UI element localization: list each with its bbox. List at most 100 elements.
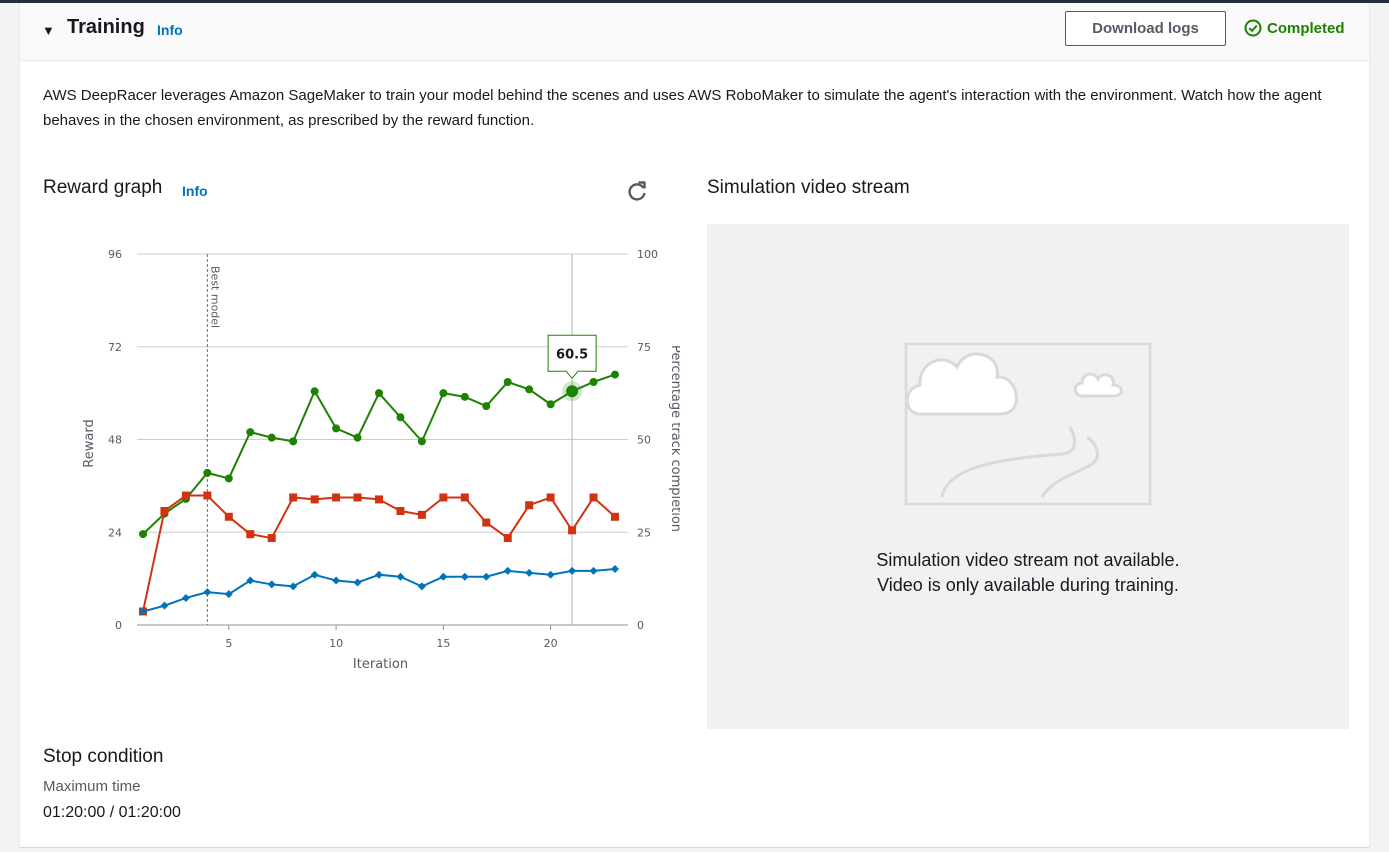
data-point[interactable] (417, 582, 426, 591)
data-point[interactable] (589, 566, 598, 575)
stop-condition-label: Maximum time (43, 778, 141, 795)
data-point[interactable] (396, 413, 405, 422)
data-point[interactable] (482, 572, 491, 581)
series-line-0 (142, 373, 616, 535)
data-point[interactable] (353, 578, 362, 587)
data-point[interactable] (246, 428, 255, 437)
tooltip-value: 60.5 (556, 347, 588, 362)
data-point[interactable] (525, 501, 534, 510)
training-info-link[interactable]: Info (157, 22, 183, 38)
data-point[interactable] (332, 424, 341, 433)
data-point[interactable] (224, 474, 233, 483)
data-point[interactable] (375, 389, 383, 398)
x-tick-label: 10 (329, 637, 343, 650)
data-point[interactable] (181, 593, 190, 602)
data-point[interactable] (160, 601, 169, 610)
y-axis-label: Reward (82, 419, 97, 467)
data-point[interactable] (289, 437, 298, 446)
data-point[interactable] (267, 534, 276, 543)
y2-tick-label: 0 (637, 619, 644, 632)
status-label: Completed (1267, 19, 1345, 37)
data-point[interactable] (546, 493, 555, 502)
training-panel: ▼ Training Info Download logs Completed … (19, 3, 1370, 848)
video-message-line1: Simulation video stream not available. (876, 550, 1180, 570)
data-point[interactable] (482, 402, 491, 411)
data-point[interactable] (310, 387, 319, 396)
data-point[interactable] (267, 433, 276, 442)
data-point[interactable] (224, 512, 233, 521)
collapse-caret-icon[interactable]: ▼ (42, 23, 55, 38)
data-point[interactable] (589, 377, 598, 386)
data-point[interactable] (568, 526, 577, 535)
data-point[interactable] (203, 491, 212, 500)
data-point[interactable] (375, 570, 383, 579)
simulation-title: Simulation video stream (707, 177, 910, 198)
y2-tick-label: 25 (637, 526, 651, 539)
data-point[interactable] (353, 493, 362, 502)
data-point[interactable] (439, 389, 448, 398)
y2-axis-label: Percentage track completion (668, 345, 680, 532)
y-tick-label: 48 (108, 434, 122, 447)
refresh-icon[interactable] (625, 179, 649, 203)
series-line-1 (142, 494, 616, 612)
data-point[interactable] (396, 572, 405, 581)
data-point[interactable] (611, 512, 619, 521)
y-tick-label: 72 (108, 341, 122, 354)
data-point[interactable] (503, 566, 512, 575)
data-point[interactable] (289, 493, 298, 502)
x-tick-label: 15 (436, 637, 450, 650)
data-point[interactable] (460, 392, 469, 401)
data-point[interactable] (566, 385, 579, 398)
data-point[interactable] (611, 564, 619, 573)
data-point[interactable] (417, 437, 426, 446)
data-point[interactable] (460, 493, 469, 502)
data-point[interactable] (525, 385, 534, 394)
data-point[interactable] (246, 530, 255, 539)
data-point[interactable] (181, 491, 190, 500)
reward-chart: 0 24 48 72 96 0 25 50 75 100 5 10 15 20 Iteration Rewar… (82, 248, 680, 672)
data-point[interactable] (482, 518, 491, 527)
training-description: AWS DeepRacer leverages Amazon SageMaker… (43, 87, 1322, 129)
data-point[interactable] (139, 530, 147, 539)
data-point[interactable] (375, 495, 383, 504)
data-point[interactable] (310, 495, 319, 504)
data-point[interactable] (460, 572, 469, 581)
data-point[interactable] (160, 506, 169, 515)
data-point[interactable] (203, 468, 212, 477)
reward-graph-title: Reward graph (43, 177, 163, 198)
data-point[interactable] (332, 576, 341, 585)
data-point[interactable] (332, 493, 341, 502)
data-point[interactable] (611, 370, 619, 379)
x-tick-label: 20 (544, 637, 558, 650)
y2-tick-label: 100 (637, 248, 658, 261)
data-point[interactable] (203, 588, 212, 597)
data-point[interactable] (396, 506, 405, 515)
data-tooltip: 60.5 (547, 334, 597, 380)
best-model-label: Best model (208, 266, 221, 328)
download-logs-button[interactable]: Download logs (1065, 11, 1226, 46)
data-point[interactable] (310, 570, 319, 579)
check-circle-icon (1244, 19, 1262, 37)
data-point[interactable] (546, 570, 555, 579)
data-point[interactable] (267, 580, 276, 589)
data-point[interactable] (546, 400, 555, 409)
data-point[interactable] (417, 510, 426, 519)
data-point[interactable] (525, 568, 534, 577)
data-point[interactable] (589, 493, 598, 502)
y2-tick-label: 75 (637, 341, 651, 354)
stop-condition-title: Stop condition (43, 746, 164, 767)
y2-tick-label: 50 (637, 434, 651, 447)
y-tick-label: 96 (108, 248, 122, 261)
data-point[interactable] (439, 493, 448, 502)
image-placeholder-icon (904, 342, 1152, 506)
y-tick-label: 0 (115, 619, 122, 632)
data-point[interactable] (439, 572, 448, 581)
data-point[interactable] (289, 582, 298, 591)
video-message-line2: Video is only available during training. (877, 575, 1179, 595)
data-point[interactable] (503, 377, 512, 386)
data-point[interactable] (503, 534, 512, 543)
x-tick-label: 5 (225, 637, 232, 650)
reward-graph-info-link[interactable]: Info (182, 183, 208, 199)
data-point[interactable] (353, 433, 362, 442)
data-point[interactable] (568, 566, 577, 575)
